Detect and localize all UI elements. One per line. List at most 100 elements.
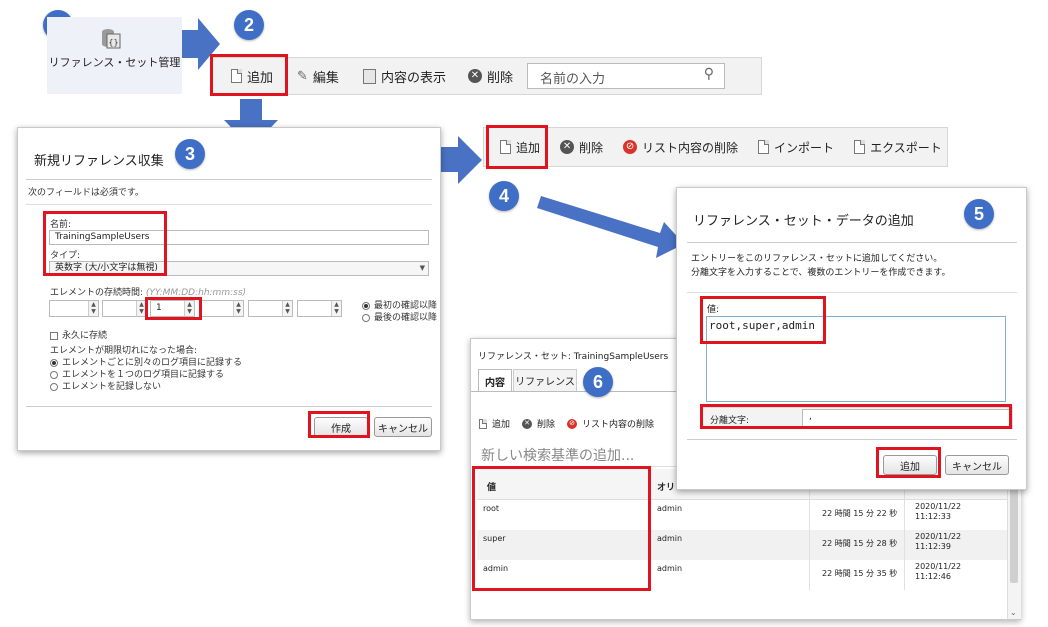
expire-option-3[interactable]: エレメントを記録しない bbox=[50, 379, 161, 392]
divider bbox=[26, 406, 432, 407]
row-date: 2020/11/22 bbox=[915, 532, 962, 541]
cancel-button[interactable]: キャンセル bbox=[374, 417, 432, 437]
radio-on-icon bbox=[362, 301, 370, 310]
step-badge-4: 4 bbox=[489, 181, 519, 211]
edit-label: 編集 bbox=[312, 70, 339, 86]
scroll-down-icon[interactable]: ⌄ bbox=[1010, 608, 1017, 617]
forever-checkbox[interactable]: 永久に存続 bbox=[50, 328, 107, 341]
reference-data-toolbar: 追加 ✕ 削除 ⊘ リスト内容の削除 インポート エクスポート bbox=[483, 127, 948, 167]
row-time: 11:12:39 bbox=[915, 542, 951, 551]
panel-toolbar: 追加 ✕ 削除 ⊘ リスト内容の削除 bbox=[479, 417, 654, 430]
delete-button[interactable]: ✕ 削除 bbox=[467, 67, 513, 86]
clear-list-icon: ⊘ bbox=[567, 418, 578, 429]
table-scrollbar[interactable]: ⌄ bbox=[1007, 469, 1021, 619]
divider bbox=[26, 204, 432, 205]
tab-reference[interactable]: リファレンス bbox=[513, 369, 577, 392]
required-note: 次のフィールドは必須です。 bbox=[28, 188, 144, 198]
row-time: 11:12:33 bbox=[915, 512, 951, 521]
row-date: 2020/11/22 bbox=[915, 502, 962, 511]
import-button[interactable]: インポート bbox=[758, 139, 834, 156]
highlight-value-input bbox=[700, 296, 826, 344]
reference-set-icon: {} bbox=[100, 27, 122, 49]
highlight-name-type bbox=[43, 211, 167, 276]
arrow-4-to-5 bbox=[537, 196, 684, 258]
highlight-separator bbox=[700, 404, 1012, 429]
reference-set-management-tile[interactable]: {} リファレンス・セット管理 bbox=[47, 17, 182, 94]
checkbox-icon bbox=[50, 331, 58, 340]
radio-off-icon bbox=[362, 313, 370, 322]
ttl-minutes-spinner[interactable]: ▲ ▼ bbox=[248, 300, 293, 317]
row-origin: admin bbox=[657, 534, 683, 543]
reference-set-management-label: リファレンス・セット管理 bbox=[48, 56, 181, 69]
import-label: インポート bbox=[774, 140, 835, 155]
panel-delete-button[interactable]: ✕ 削除 bbox=[522, 417, 555, 430]
divider bbox=[687, 242, 1017, 243]
row-ttl: 22 時間 15 分 35 秒 bbox=[822, 569, 898, 578]
highlight-create-button bbox=[308, 411, 370, 438]
forever-label: 永久に存続 bbox=[62, 331, 108, 341]
edit-button[interactable]: ✎ 編集 bbox=[297, 67, 339, 86]
step-badge-6: 6 bbox=[583, 367, 613, 397]
delete-icon: ✕ bbox=[560, 140, 575, 154]
export-icon bbox=[854, 140, 866, 154]
search-placeholder: 名前の入力 bbox=[539, 72, 605, 87]
step-badge-5: 5 bbox=[964, 199, 994, 229]
clear-list-icon: ⊘ bbox=[623, 140, 638, 154]
dialog-title: 新規リファレンス収集 bbox=[34, 154, 164, 169]
ttl-label-text: エレメントの存続時間: bbox=[50, 288, 146, 298]
export-label: エクスポート bbox=[870, 140, 942, 155]
new-reference-set-dialog: 新規リファレンス収集 次のフィールドは必須です。 名前: TrainingSam… bbox=[17, 127, 441, 451]
criteria-search-input[interactable]: 新しい検索基準の追加... bbox=[481, 445, 634, 465]
radio-last-seen[interactable]: 最後の確認以降 bbox=[362, 310, 437, 323]
dropdown-icon: ▼ bbox=[419, 264, 425, 272]
cancel-data-button[interactable]: キャンセル bbox=[945, 455, 1009, 475]
panel-title: リファレンス・セット: TrainingSampleUsers bbox=[478, 352, 669, 362]
divider bbox=[687, 439, 1017, 440]
panel-clear-button[interactable]: ⊘ リスト内容の削除 bbox=[567, 417, 654, 430]
radio-on-icon bbox=[50, 358, 58, 367]
tab-content[interactable]: 内容 bbox=[478, 369, 512, 392]
show-content-label: 内容の表示 bbox=[380, 70, 446, 86]
ttl-months-spinner[interactable]: ▲ ▼ bbox=[102, 300, 147, 317]
dialog5-desc-line2: 分離文字を入力することで、複数のエントリーを作成できます。 bbox=[691, 268, 951, 278]
search-icon: ⚲ bbox=[703, 66, 714, 82]
expire-option-3-label: エレメントを記録しない bbox=[62, 382, 162, 392]
panel-add-button[interactable]: 追加 bbox=[479, 417, 510, 430]
row-ttl: 22 時間 15 分 28 秒 bbox=[822, 539, 898, 548]
ttl-seconds-spinner[interactable]: ▲ ▼ bbox=[297, 300, 342, 317]
ttl-years-spinner[interactable]: ▲ ▼ bbox=[49, 300, 99, 317]
highlight-add-entry bbox=[486, 125, 548, 169]
delete-entry-button[interactable]: ✕ 削除 bbox=[560, 139, 603, 156]
radio-off-icon bbox=[50, 382, 58, 391]
dialog5-title: リファレンス・セット・データの追加 bbox=[693, 214, 914, 229]
highlight-add-button bbox=[210, 54, 288, 96]
panel-clear-label: リスト内容の削除 bbox=[582, 420, 655, 430]
panel-add-label: 追加 bbox=[492, 420, 511, 430]
svg-text:{}: {} bbox=[108, 38, 118, 47]
document-icon bbox=[479, 418, 487, 429]
import-icon bbox=[758, 140, 770, 154]
highlight-value-column bbox=[472, 466, 651, 591]
clear-list-button[interactable]: ⊘ リスト内容の削除 bbox=[623, 139, 738, 156]
delete-icon: ✕ bbox=[467, 69, 482, 83]
row-time: 11:12:46 bbox=[915, 572, 951, 581]
export-button[interactable]: エクスポート bbox=[854, 139, 942, 156]
delete-entry-label: 削除 bbox=[579, 140, 604, 155]
column-origin-header[interactable]: オリ bbox=[657, 480, 675, 493]
reference-set-toolbar: 追加 ✎ 編集 内容の表示 ✕ 削除 名前の入力 ⚲ bbox=[210, 57, 762, 95]
ttl-hours-spinner[interactable]: ▲ ▼ bbox=[199, 300, 244, 317]
row-origin: admin bbox=[657, 504, 683, 513]
show-content-button[interactable]: 内容の表示 bbox=[362, 67, 446, 86]
delete-label: 削除 bbox=[486, 70, 513, 86]
highlight-ttl-days bbox=[145, 297, 202, 320]
panel-delete-label: 削除 bbox=[537, 420, 556, 430]
delete-icon: ✕ bbox=[522, 418, 533, 429]
divider bbox=[687, 292, 1017, 293]
name-search-input[interactable]: 名前の入力 ⚲ bbox=[526, 63, 725, 89]
view-icon bbox=[362, 68, 376, 84]
radio-last-label: 最後の確認以降 bbox=[374, 313, 438, 323]
clear-list-label: リスト内容の削除 bbox=[642, 140, 739, 155]
highlight-add-data-button bbox=[876, 447, 941, 478]
radio-off-icon bbox=[50, 370, 58, 379]
divider bbox=[26, 179, 432, 180]
